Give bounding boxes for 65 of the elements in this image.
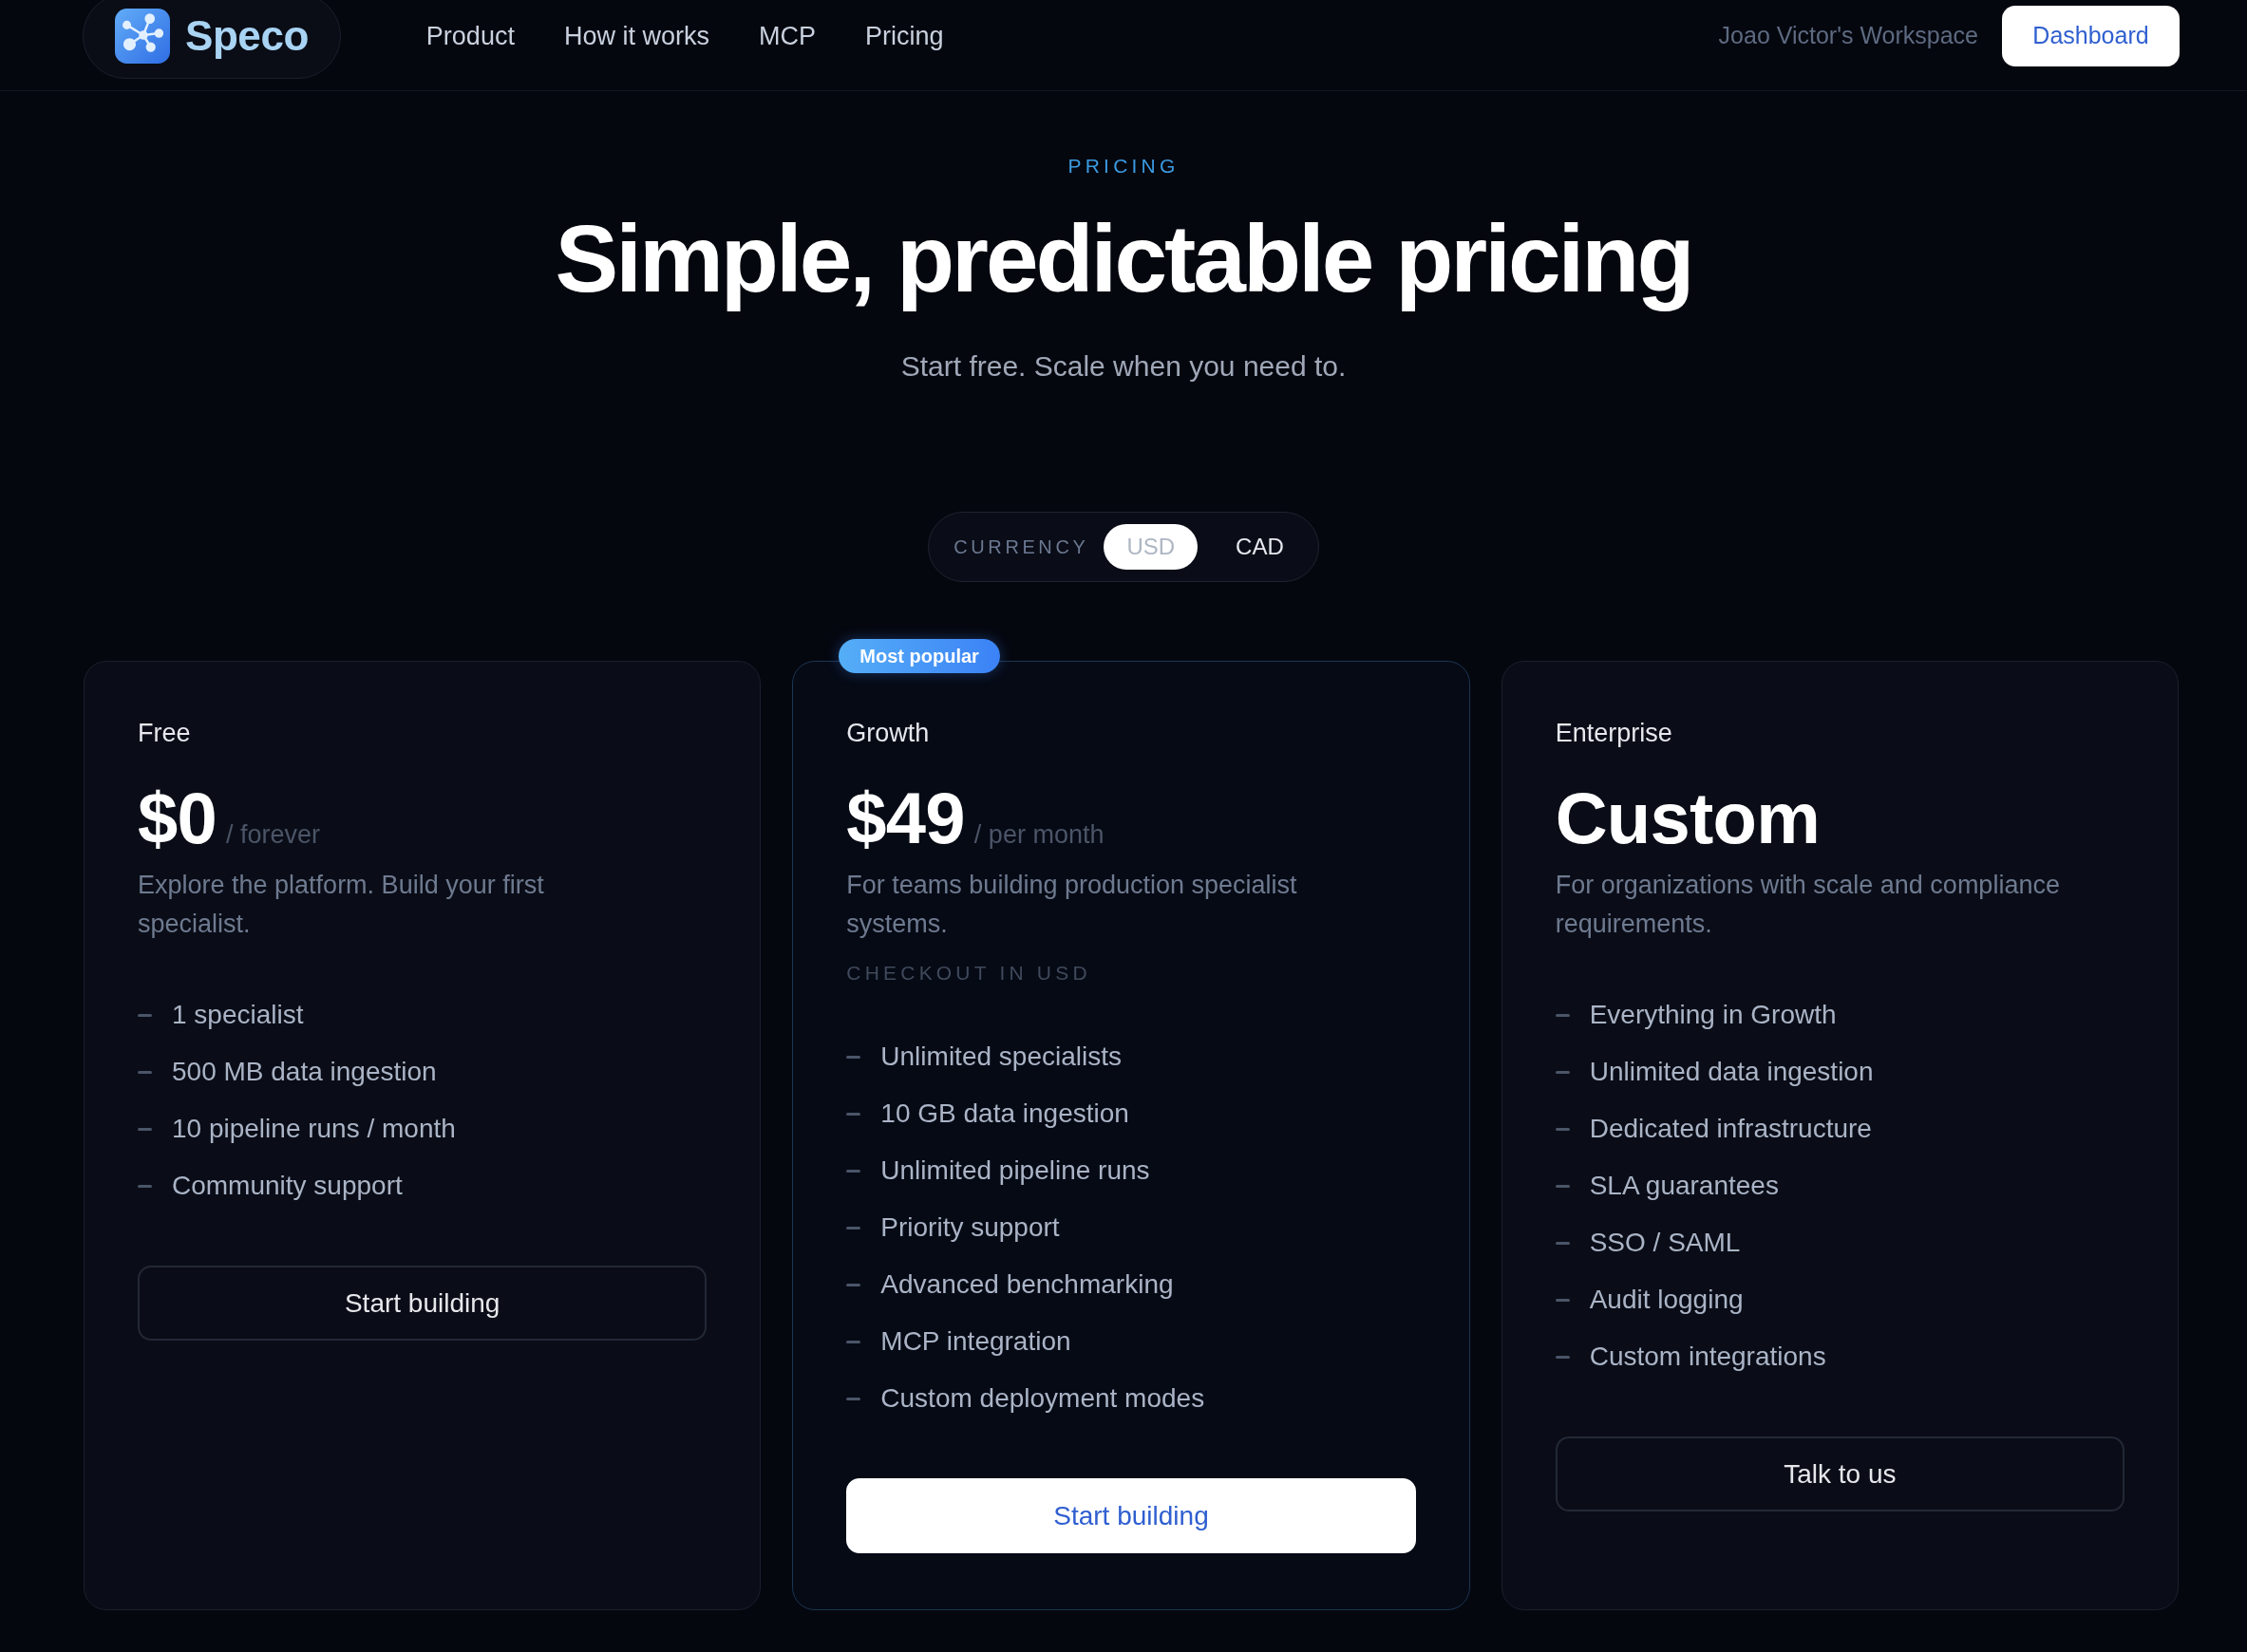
plan-button[interactable]: Start building xyxy=(846,1478,1416,1553)
plan-feature: 500 MB data ingestion xyxy=(172,1056,437,1088)
nav-link[interactable]: MCP xyxy=(758,16,816,56)
nav-link[interactable]: Product xyxy=(425,16,515,56)
price-period: / forever xyxy=(226,819,321,851)
plan-description: For teams building production specialist systems. xyxy=(846,870,1298,940)
plan-feature: MCP integration xyxy=(880,1325,1071,1358)
logo-icon xyxy=(115,9,170,64)
plan-feature: Community support xyxy=(172,1170,403,1202)
dash-icon xyxy=(1555,1013,1570,1017)
plan-description: Explore the platform. Build your first specialist. xyxy=(138,870,545,940)
dash-icon xyxy=(846,1397,861,1400)
plan-price: $49 xyxy=(846,782,965,854)
plan-button[interactable]: Start building xyxy=(138,1266,708,1341)
dash-icon xyxy=(846,1283,861,1286)
plan-feature: SSO / SAML xyxy=(1589,1227,1741,1259)
plan-description: For organizations with scale and compliance requirements. xyxy=(1555,870,2061,940)
dash-icon xyxy=(138,1070,152,1074)
dash-icon xyxy=(1555,1070,1570,1074)
dash-icon xyxy=(846,1055,861,1059)
plan-feature: 10 pipeline runs / month xyxy=(172,1113,456,1145)
popular-badge: Most popular xyxy=(839,639,1000,673)
plan-feature: Priority support xyxy=(880,1211,1060,1244)
currency-option[interactable]: CAD xyxy=(1213,524,1307,570)
dash-icon xyxy=(1555,1298,1570,1302)
plan-feature: Audit logging xyxy=(1589,1284,1744,1316)
plan-feature: Everything in Growth xyxy=(1589,999,1837,1031)
plan-feature: Advanced benchmarking xyxy=(880,1268,1174,1301)
dash-icon xyxy=(138,1127,152,1131)
price-period: / per month xyxy=(973,819,1105,851)
plan-button[interactable]: Talk to us xyxy=(1555,1436,2124,1511)
plan-feature: 1 specialist xyxy=(172,999,304,1031)
dash-icon xyxy=(1555,1355,1570,1359)
nav-link[interactable]: How it works xyxy=(563,16,709,56)
plan-name: Enterprise xyxy=(1555,718,1672,749)
plan-feature: Unlimited pipeline runs xyxy=(880,1155,1150,1187)
page-title: Simple, predictable pricing xyxy=(555,204,1692,313)
plan-feature: Custom integrations xyxy=(1589,1341,1826,1373)
dashboard-button[interactable]: Dashboard xyxy=(2002,6,2180,66)
nav-link[interactable]: Pricing xyxy=(864,16,944,56)
dash-icon xyxy=(1555,1241,1570,1245)
dash-icon xyxy=(846,1226,861,1230)
dash-icon xyxy=(138,1184,152,1188)
dash-icon xyxy=(846,1112,861,1116)
dash-icon xyxy=(846,1169,861,1173)
dash-icon xyxy=(1555,1184,1570,1188)
plan-name: Free xyxy=(138,718,191,749)
plan-feature: Custom deployment modes xyxy=(880,1382,1205,1415)
plan-feature: Unlimited specialists xyxy=(880,1041,1122,1073)
checkout-note: CHECKOUT IN USD xyxy=(846,961,1091,986)
dash-icon xyxy=(846,1340,861,1343)
plan-price: Custom xyxy=(1555,782,1820,854)
plan-feature: Unlimited data ingestion xyxy=(1589,1056,1874,1088)
page-subtitle: Start free. Scale when you need to. xyxy=(900,349,1347,384)
dash-icon xyxy=(138,1013,152,1017)
brand-link[interactable]: Speco xyxy=(83,0,341,79)
workspace-name: Joao Victor's Workspace xyxy=(1718,21,1978,51)
plan-feature: 10 GB data ingestion xyxy=(880,1098,1129,1130)
plan-price: $0 xyxy=(138,782,217,854)
section-eyebrow: PRICING xyxy=(1067,154,1180,178)
plan-feature: Dedicated infrastructure xyxy=(1589,1113,1872,1145)
plan-feature: SLA guarantees xyxy=(1589,1170,1779,1202)
plan-name: Growth xyxy=(846,718,930,749)
dash-icon xyxy=(1555,1127,1570,1131)
currency-label: CURRENCY xyxy=(954,535,1089,559)
